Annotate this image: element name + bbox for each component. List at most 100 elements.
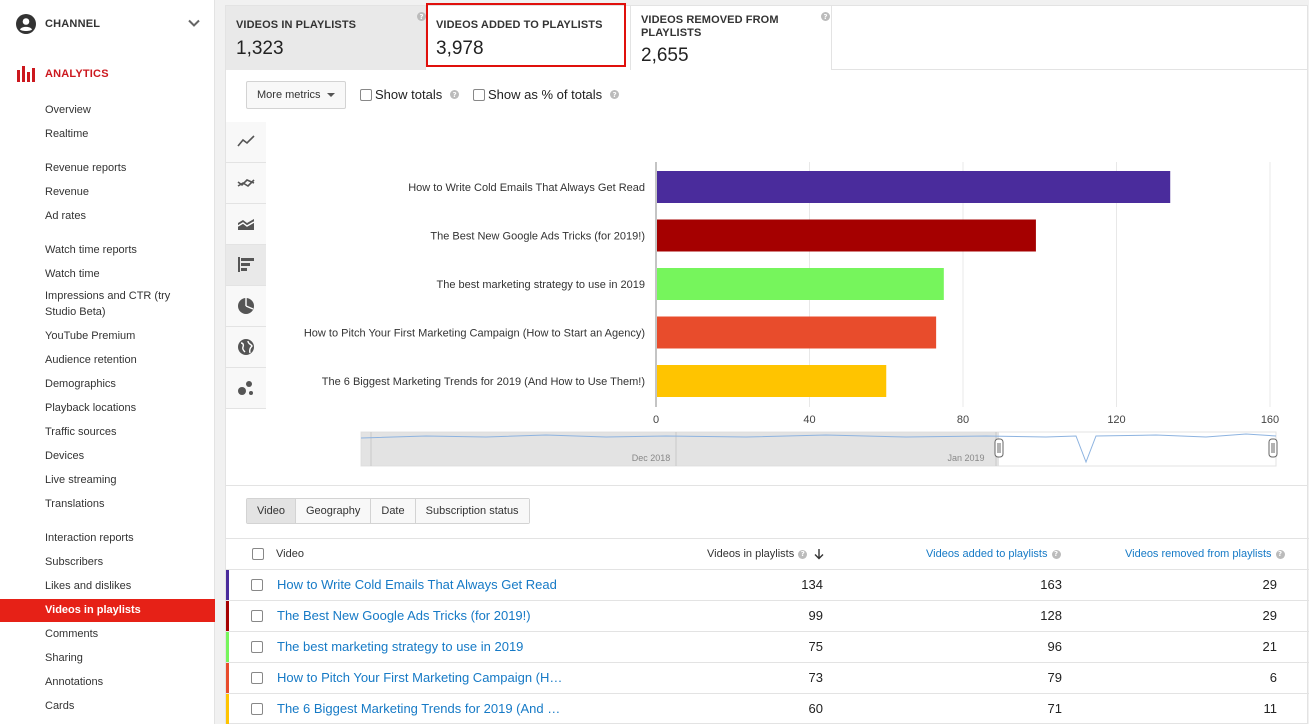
sidebar-item-label: Revenue reports xyxy=(45,162,127,174)
videos-removed-value: 29 xyxy=(1262,608,1277,623)
column-video[interactable]: Video xyxy=(276,548,304,560)
sidebar-item-label: Overview xyxy=(45,104,91,116)
sidebar-item[interactable]: Traffic sources xyxy=(0,424,215,440)
bar-chart: 0 40 80 120 160 How to Write Cold Emails That… xyxy=(304,162,1279,467)
metric-label: VIDEOS REMOVED FROM xyxy=(641,14,779,26)
row-color-indicator xyxy=(226,663,229,693)
chart-options: More metrics Show totals ? Show as % of … xyxy=(225,70,1308,122)
videos-added-value: 128 xyxy=(1040,608,1062,623)
chevron-down-icon[interactable] xyxy=(187,16,201,30)
sidebar-item-label: Revenue xyxy=(45,186,90,198)
sidebar-item[interactable]: Demographics xyxy=(0,376,215,392)
sidebar-item[interactable]: YouTube Premium xyxy=(0,328,215,344)
sidebar-item-label: Impressions and CTR (try xyxy=(45,290,171,302)
sidebar-item[interactable]: Live streaming xyxy=(0,472,215,488)
sidebar-item[interactable]: Audience retention xyxy=(0,352,215,368)
row-checkbox[interactable] xyxy=(251,641,263,653)
help-icon[interactable]: ? xyxy=(417,12,426,21)
row-checkbox[interactable] xyxy=(251,672,263,684)
sidebar-item-label: Watch time xyxy=(45,268,100,280)
sidebar-item[interactable]: Translations xyxy=(0,496,215,512)
bar xyxy=(657,268,944,300)
sidebar-item-label: Annotations xyxy=(45,676,104,688)
video-title-link[interactable]: The best marketing strategy to use in 20… xyxy=(277,639,523,654)
channel-menu[interactable]: CHANNEL xyxy=(0,8,215,40)
show-totals-label: Show totals xyxy=(375,87,443,102)
show-totals-option[interactable]: Show totals ? xyxy=(360,87,460,102)
sidebar-item[interactable]: Comments xyxy=(0,626,215,642)
sidebar: CHANNEL ANALYTICS Overview Realtime Revenu… xyxy=(0,0,215,724)
metric-videos-removed[interactable]: VIDEOS REMOVED FROM PLAYLISTS 2,655 ? xyxy=(631,6,832,70)
analytics-section[interactable]: ANALYTICS xyxy=(0,60,215,88)
videos-added-value: 163 xyxy=(1040,577,1062,592)
more-metrics-button[interactable]: More metrics xyxy=(246,81,346,109)
column-label: Videos removed from playlists xyxy=(1125,548,1272,560)
sidebar-item[interactable]: Playback locations xyxy=(0,400,215,416)
dimension-tab[interactable]: Geography xyxy=(295,499,372,523)
sidebar-item-label: Sharing xyxy=(45,652,83,664)
report-table-panel: Video Geography Date Subscription status Vi… xyxy=(225,486,1309,724)
chart-panel: 0 40 80 120 160 How to Write Cold Emails That… xyxy=(225,122,1308,486)
row-checkbox[interactable] xyxy=(251,579,263,591)
sidebar-item-label: Playback locations xyxy=(45,402,137,414)
videos-in-playlists-value: 60 xyxy=(808,701,823,716)
sidebar-item[interactable]: Devices xyxy=(0,448,215,464)
select-all-checkbox[interactable] xyxy=(252,548,264,560)
metric-cards: VIDEOS IN PLAYLISTS 1,323 ? VIDEOS ADDED… xyxy=(225,5,1308,70)
sidebar-item-label: Cards xyxy=(45,700,75,712)
sidebar-item[interactable]: Likes and dislikes xyxy=(0,578,215,594)
analytics-bars-icon xyxy=(17,66,35,82)
help-icon[interactable]: ? xyxy=(821,12,830,21)
column-videos-in-playlists[interactable]: Videos in playlists ? xyxy=(707,548,825,560)
metric-value: 3,978 xyxy=(436,38,484,59)
row-color-indicator xyxy=(226,601,229,631)
column-videos-added[interactable]: Videos added to playlists ? xyxy=(926,548,1061,560)
videos-in-playlists-value: 134 xyxy=(801,577,823,592)
video-title-link[interactable]: How to Pitch Your First Marketing Campai… xyxy=(277,670,562,685)
sidebar-item[interactable]: Impressions and CTR (try Studio Beta) xyxy=(0,288,215,320)
metric-videos-in-playlists[interactable]: VIDEOS IN PLAYLISTS 1,323 ? xyxy=(226,6,426,70)
videos-removed-value: 21 xyxy=(1262,639,1277,654)
sidebar-item[interactable]: Revenue xyxy=(0,184,215,200)
table-row: How to Pitch Your First Marketing Campai… xyxy=(226,663,1309,694)
sidebar-item[interactable]: Annotations xyxy=(0,674,215,690)
sidebar-item[interactable]: Videos in playlists xyxy=(0,599,215,622)
timeline-handle[interactable] xyxy=(994,438,1004,458)
more-metrics-label: More metrics xyxy=(257,89,321,101)
sidebar-section-header: Revenue reports xyxy=(0,160,215,176)
sidebar-item[interactable]: Sharing xyxy=(0,650,215,666)
video-title-link[interactable]: The Best New Google Ads Tricks (for 2019… xyxy=(277,608,531,623)
dimension-tab[interactable]: Video xyxy=(247,499,296,523)
row-color-indicator xyxy=(226,694,229,724)
x-tick-label: 0 xyxy=(653,414,659,426)
sidebar-item[interactable]: Realtime xyxy=(0,126,215,142)
sidebar-item[interactable]: Overview xyxy=(0,102,215,118)
videos-removed-value: 29 xyxy=(1262,577,1277,592)
video-title-link[interactable]: How to Write Cold Emails That Always Get… xyxy=(277,577,557,592)
dimension-tab[interactable]: Date xyxy=(371,499,416,523)
row-color-indicator xyxy=(226,570,229,600)
sidebar-item[interactable]: Cards xyxy=(0,698,215,714)
help-icon[interactable]: ? xyxy=(610,90,620,99)
show-totals-checkbox[interactable] xyxy=(360,88,372,101)
help-icon[interactable]: ? xyxy=(798,549,808,559)
show-percent-checkbox[interactable] xyxy=(473,88,485,101)
table-row: The best marketing strategy to use in 20… xyxy=(226,632,1309,663)
sidebar-item[interactable]: Subscribers xyxy=(0,554,215,570)
help-icon[interactable]: ? xyxy=(450,90,460,99)
help-icon[interactable]: ? xyxy=(1051,549,1061,559)
metric-videos-added[interactable]: VIDEOS ADDED TO PLAYLISTS 3,978 xyxy=(426,6,631,70)
timeline-label: Jan 2019 xyxy=(947,453,984,463)
sidebar-item-label: YouTube Premium xyxy=(45,330,136,342)
column-videos-removed[interactable]: Videos removed from playlists ? xyxy=(1125,548,1285,560)
sidebar-item[interactable]: Watch time xyxy=(0,266,215,282)
row-checkbox[interactable] xyxy=(251,703,263,715)
video-title-link[interactable]: The 6 Biggest Marketing Trends for 2019 … xyxy=(277,701,560,716)
sidebar-item[interactable]: Ad rates xyxy=(0,208,215,224)
metric-value: 2,655 xyxy=(641,45,689,66)
show-percent-option[interactable]: Show as % of totals ? xyxy=(473,87,620,102)
timeline-handle[interactable] xyxy=(1268,438,1278,458)
row-checkbox[interactable] xyxy=(251,610,263,622)
help-icon[interactable]: ? xyxy=(1275,549,1285,559)
dimension-tab[interactable]: Subscription status xyxy=(415,499,529,523)
